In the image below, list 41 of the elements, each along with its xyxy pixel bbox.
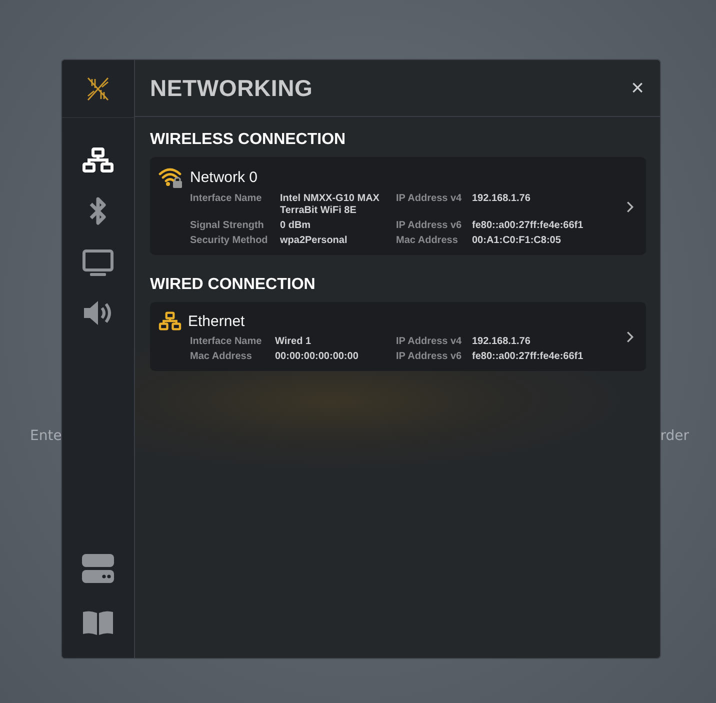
- field-label: Mac Address: [190, 351, 253, 363]
- bluetooth-icon[interactable]: [88, 195, 108, 227]
- section-heading: WIRELESS CONNECTION: [150, 131, 347, 149]
- field-value: 0 dBm: [280, 220, 312, 232]
- field-label: IP Address v4: [396, 193, 463, 206]
- chevron-icon: [626, 200, 634, 214]
- connection-card[interactable]: [150, 157, 646, 255]
- field-label: IP Address v4: [396, 336, 463, 348]
- chevron-icon: [626, 330, 634, 344]
- server-icon[interactable]: [82, 554, 114, 584]
- book-icon[interactable]: [82, 610, 114, 636]
- field-value: 192.168.1.76: [472, 193, 532, 206]
- section-heading: WIRED CONNECTION: [150, 276, 316, 294]
- network-icon[interactable]: [82, 147, 114, 173]
- field-label: IP Address v6: [396, 351, 463, 363]
- monitor-icon[interactable]: [82, 249, 114, 277]
- field-value: 00:A1:C0:F1:C8:05: [472, 235, 562, 247]
- field-label: Mac Address: [396, 235, 459, 247]
- close-button[interactable]: ×: [629, 75, 646, 101]
- connection-name: Network 0: [190, 168, 258, 186]
- field-label: Signal Strength: [190, 220, 265, 232]
- field-value: 00:00:00:00:00:00: [275, 351, 360, 363]
- network-icon: [158, 311, 182, 331]
- field-value: Wired 1: [275, 336, 312, 348]
- field-label: Interface Name: [190, 336, 263, 348]
- background-text: Ente: [30, 428, 62, 444]
- background-text: rder: [660, 428, 689, 444]
- connection-card[interactable]: Ethernet Interface Name Wired 1 IP Address v4 192.168.1.76 Mac Address 00:00:00:00:00:00 IP Address v6 fe80::a00:27ff:fe4e:66f1: [150, 302, 646, 371]
- field-label: Security Method: [190, 235, 269, 247]
- field-value: fe80::a00:27ff:fe4e:66f1: [472, 220, 584, 232]
- field-value: 192.168.1.76: [472, 336, 532, 348]
- field-value: Intel NMXX-G10 MAX TerraBit WiFi 8E: [280, 193, 380, 217]
- dialog-title: NETWORKING: [150, 74, 313, 102]
- wifi-lock-icon: [158, 166, 184, 188]
- field-value: wpa2Personal: [280, 235, 348, 247]
- connection-name: Ethernet: [188, 312, 245, 330]
- speaker-icon[interactable]: [82, 299, 114, 327]
- field-label: IP Address v6: [396, 220, 463, 232]
- logo-icon: [86, 76, 110, 102]
- field-value: fe80::a00:27ff:fe4e:66f1: [472, 351, 584, 363]
- field-label: Interface Name: [190, 193, 263, 206]
